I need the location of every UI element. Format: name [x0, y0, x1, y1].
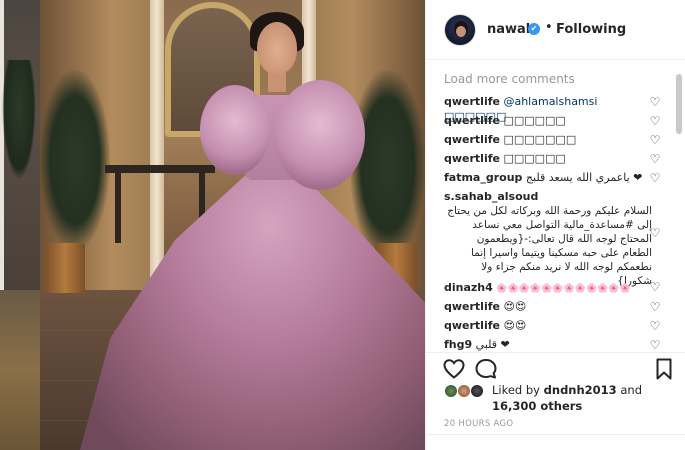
liker-avatar[interactable]	[470, 384, 484, 398]
comment: fhg9 قلبي ❤	[444, 337, 652, 352]
comment-text: 😍😍	[503, 300, 527, 313]
separator-dot: •	[545, 20, 553, 35]
comment-like-heart-icon[interactable]: ♡	[648, 280, 662, 294]
photo-column-left	[150, 0, 164, 300]
comments-list[interactable]: Load more comments qwertlife @ahlamalsha…	[426, 60, 685, 352]
comment-username[interactable]: qwertlife	[444, 95, 500, 108]
comment-text: ياعمري الله يسعد قلبج ❤	[525, 171, 643, 184]
photo-face	[257, 22, 297, 74]
overlay-plant	[2, 60, 36, 180]
likes-text: Liked by dndnh2013 and 16,300 others	[492, 382, 642, 414]
comment-text: قلبي ❤	[475, 338, 510, 351]
comment-text: □□□□□□	[503, 114, 566, 127]
post-header: nawal ✔ • Following	[426, 0, 685, 60]
comment: qwertlife □□□□□□	[444, 151, 652, 166]
avatar-face	[456, 26, 466, 37]
heart-outline-icon[interactable]	[442, 357, 466, 381]
comment-like-heart-icon[interactable]: ♡	[648, 300, 662, 314]
comment-like-heart-icon[interactable]: ♡	[648, 133, 662, 147]
likes-summary: Liked by dndnh2013 and 16,300 others	[444, 382, 674, 422]
comment: dinazh4 🌸🌸🌸🌸🌸🌸🌸🌸🌸🌸🌸🌸	[444, 280, 652, 297]
comment-like-heart-icon[interactable]: ♡	[648, 95, 662, 109]
comment-username[interactable]: qwertlife	[444, 114, 500, 127]
photo-pot-left	[45, 243, 85, 293]
likes-prefix: Liked by	[492, 383, 540, 397]
photo-plant-left	[40, 70, 110, 250]
comment: fatma_group ياعمري الله يسعد قلبج ❤	[444, 170, 652, 185]
divider	[426, 434, 685, 435]
instagram-post-viewer: nawal ✔ • Following Load more comments q…	[0, 0, 685, 450]
username-link[interactable]: nawal	[487, 22, 530, 37]
comment: qwertlife □□□□□□	[444, 113, 652, 128]
comment-username[interactable]: s.sahab_alsoud	[444, 189, 652, 204]
liker-avatar[interactable]	[444, 384, 458, 398]
photo-ruffle-left	[200, 85, 270, 175]
avatar[interactable]	[444, 14, 476, 46]
comment-icon[interactable]	[474, 357, 498, 381]
comment: qwertlife □□□□□□□	[444, 132, 652, 147]
load-more-comments-link[interactable]: Load more comments	[444, 72, 575, 86]
photo-plant-right	[350, 70, 425, 260]
bookmark-icon[interactable]	[652, 357, 676, 381]
comment-username[interactable]: fhg9	[444, 338, 472, 351]
liker-avatar[interactable]	[457, 384, 471, 398]
comment-text: السلام عليكم ورحمة الله وبركاته لكل من ي…	[447, 205, 652, 287]
comment-text: □□□□□□	[503, 152, 566, 165]
overlay-floor	[0, 290, 40, 450]
comment-like-heart-icon[interactable]: ♡	[648, 152, 662, 166]
comment-username[interactable]: fatma_group	[444, 171, 522, 184]
post-timestamp[interactable]: 20 HOURS AGO	[444, 419, 513, 429]
liker-username-link[interactable]: dndnh2013	[544, 383, 617, 397]
comment-like-heart-icon[interactable]: ♡	[648, 319, 662, 333]
comment-username[interactable]: qwertlife	[444, 319, 500, 332]
following-button[interactable]: Following	[556, 22, 626, 37]
comment: qwertlife 😍😍	[444, 318, 652, 333]
comment-username[interactable]: qwertlife	[444, 152, 500, 165]
comment-text: 😍😍	[503, 319, 527, 332]
comment-username[interactable]: qwertlife	[444, 133, 500, 146]
post-photo[interactable]	[40, 0, 425, 450]
comment-like-heart-icon[interactable]: ♡	[648, 171, 662, 185]
likes-count-link[interactable]: 16,300 others	[492, 399, 582, 413]
comment-like-heart-icon[interactable]: ♡	[648, 226, 662, 240]
background-overlay[interactable]	[0, 0, 40, 450]
comment-like-heart-icon[interactable]: ♡	[648, 338, 662, 352]
likes-and: and	[620, 383, 642, 397]
verified-badge-icon: ✔	[528, 23, 540, 35]
comment-text: □□□□□□□	[503, 133, 577, 146]
post-side-panel: nawal ✔ • Following Load more comments q…	[425, 0, 685, 450]
comment-text: 🌸🌸🌸🌸🌸🌸🌸🌸🌸🌸🌸🌸	[496, 284, 631, 294]
comment-username[interactable]: dinazh4	[444, 281, 493, 294]
comment-like-heart-icon[interactable]: ♡	[648, 114, 662, 128]
action-bar	[426, 352, 685, 382]
comment-username[interactable]: qwertlife	[444, 300, 500, 313]
photo-table	[105, 165, 215, 173]
comment: s.sahab_alsoud السلام عليكم ورحمة الله و…	[444, 189, 652, 288]
photo-ruffle-right	[275, 80, 365, 190]
comments-scrollbar[interactable]	[676, 70, 682, 350]
scrollbar-thumb[interactable]	[676, 74, 682, 134]
comment: qwertlife 😍😍	[444, 299, 652, 314]
